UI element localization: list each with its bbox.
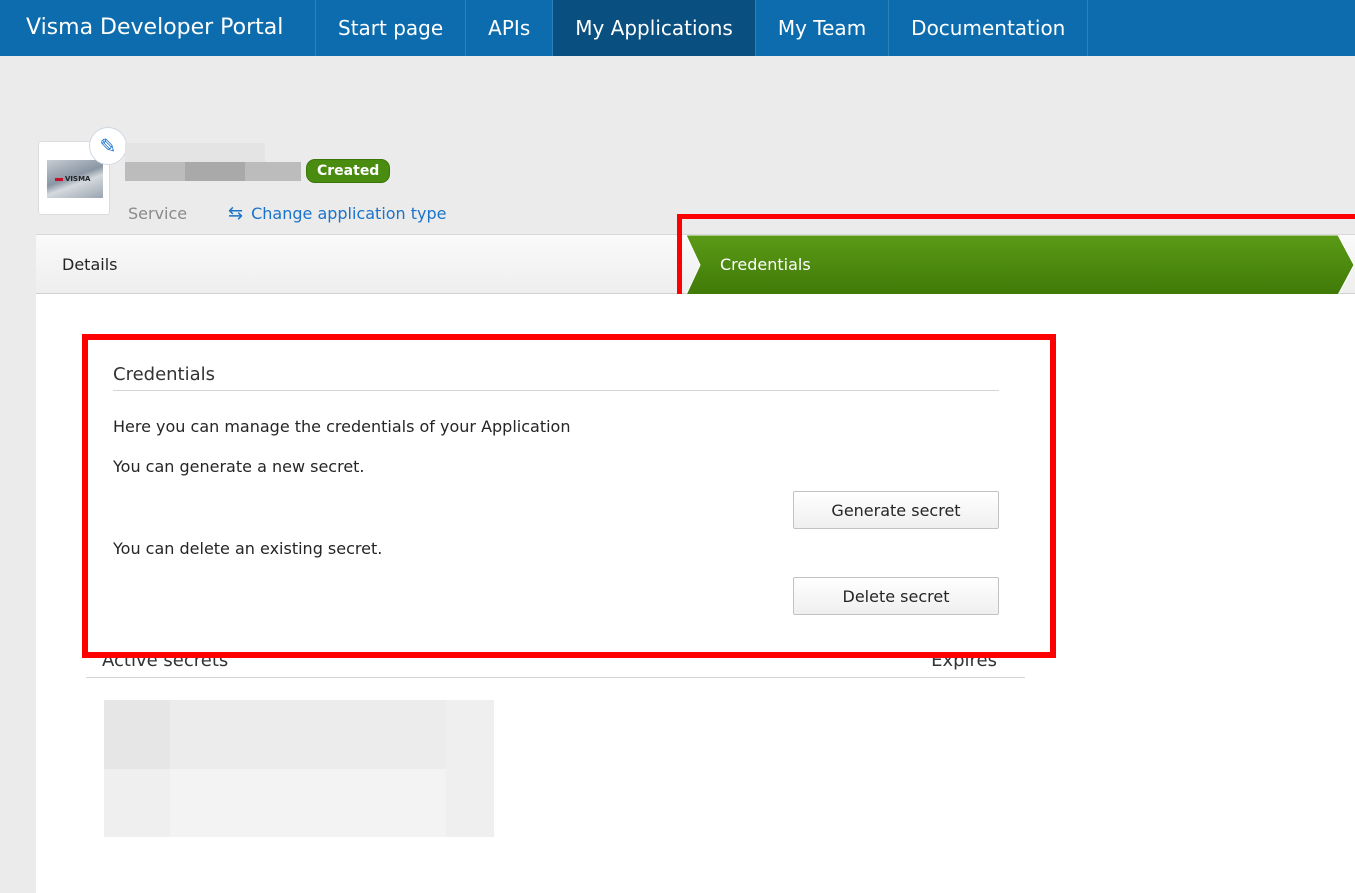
edit-logo-button[interactable]: ✎	[89, 127, 127, 165]
nav-item-apis[interactable]: APIs	[466, 0, 554, 56]
sync-icon: ⇆	[228, 203, 244, 224]
pencil-icon: ✎	[99, 134, 117, 158]
top-navigation: Visma Developer Portal Start page APIs M…	[0, 0, 1355, 56]
nav-item-documentation[interactable]: Documentation	[889, 0, 1089, 56]
active-secrets-redacted	[104, 700, 494, 837]
status-badge: Created	[306, 159, 391, 183]
nav-item-my-applications[interactable]: My Applications	[553, 0, 756, 56]
change-application-type-link[interactable]: ⇆ Change application type	[228, 203, 447, 224]
logo-text: VISMA	[55, 175, 90, 183]
portal-brand-link[interactable]: Visma Developer Portal	[0, 0, 316, 56]
highlight-box-credentials-tab	[677, 214, 1355, 300]
app-logo-image: VISMA	[47, 160, 103, 198]
nav-item-start-page[interactable]: Start page	[316, 0, 467, 56]
wizard-step-details[interactable]: Details	[62, 235, 117, 295]
app-type-label: Service	[128, 204, 188, 223]
nav-item-my-team[interactable]: My Team	[756, 0, 890, 56]
app-name-redacted	[125, 143, 301, 181]
highlight-box-credentials-card	[82, 334, 1056, 658]
change-type-label: Change application type	[251, 204, 447, 223]
